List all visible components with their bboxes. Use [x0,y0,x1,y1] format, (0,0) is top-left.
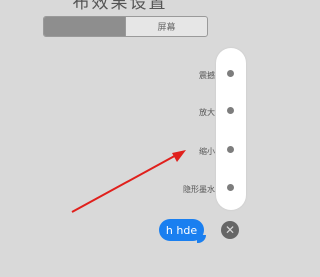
arrow-shaft [71,152,181,213]
annotation-arrow [71,150,186,213]
arrow-head [172,150,186,162]
